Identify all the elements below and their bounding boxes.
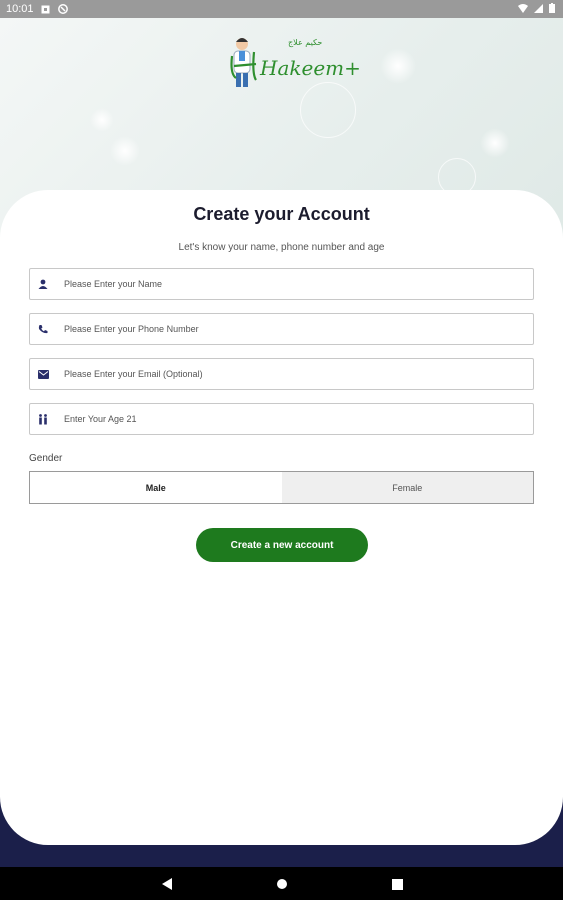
- decor-bubble: [380, 48, 416, 84]
- wifi-icon: [518, 3, 528, 16]
- status-bar: 10:01: [0, 0, 563, 18]
- system-nav-bar: [0, 867, 563, 900]
- age-field[interactable]: [29, 403, 534, 435]
- phone-input[interactable]: [62, 323, 506, 335]
- gender-option-male[interactable]: Male: [30, 472, 282, 503]
- person-icon: [36, 277, 50, 291]
- logo-arabic-text: حكيم علاج: [288, 38, 323, 47]
- signal-icon: [534, 3, 543, 16]
- gender-label: Gender: [29, 453, 63, 464]
- email-field[interactable]: [29, 358, 534, 390]
- battery-icon: [549, 3, 555, 16]
- email-input[interactable]: [62, 368, 506, 380]
- sync-icon: [57, 4, 68, 14]
- phone-icon: [36, 322, 50, 336]
- notification-icon: [41, 4, 51, 14]
- name-input[interactable]: [62, 278, 506, 290]
- gender-option-female[interactable]: Female: [281, 472, 533, 503]
- app-logo: حكيم علاج Hakeem+: [226, 34, 361, 92]
- home-icon[interactable]: [275, 877, 289, 891]
- mail-icon: [36, 367, 50, 381]
- age-input[interactable]: [62, 413, 506, 425]
- gender-selector: Male Female: [29, 471, 534, 504]
- name-field[interactable]: [29, 268, 534, 300]
- phone-field[interactable]: [29, 313, 534, 345]
- decor-bubble: [90, 108, 114, 132]
- page-title: Create your Account: [193, 204, 370, 224]
- decor-bubble: [480, 128, 510, 158]
- decor-bubble: [110, 136, 140, 166]
- people-icon: [36, 412, 50, 426]
- create-account-button[interactable]: Create a new account: [196, 528, 368, 562]
- recents-icon[interactable]: [390, 877, 404, 891]
- logo-text: Hakeem+: [260, 56, 361, 80]
- back-icon[interactable]: [160, 877, 174, 891]
- page-subtitle: Let's know your name, phone number and a…: [178, 242, 385, 253]
- status-time: 10:01: [6, 3, 34, 15]
